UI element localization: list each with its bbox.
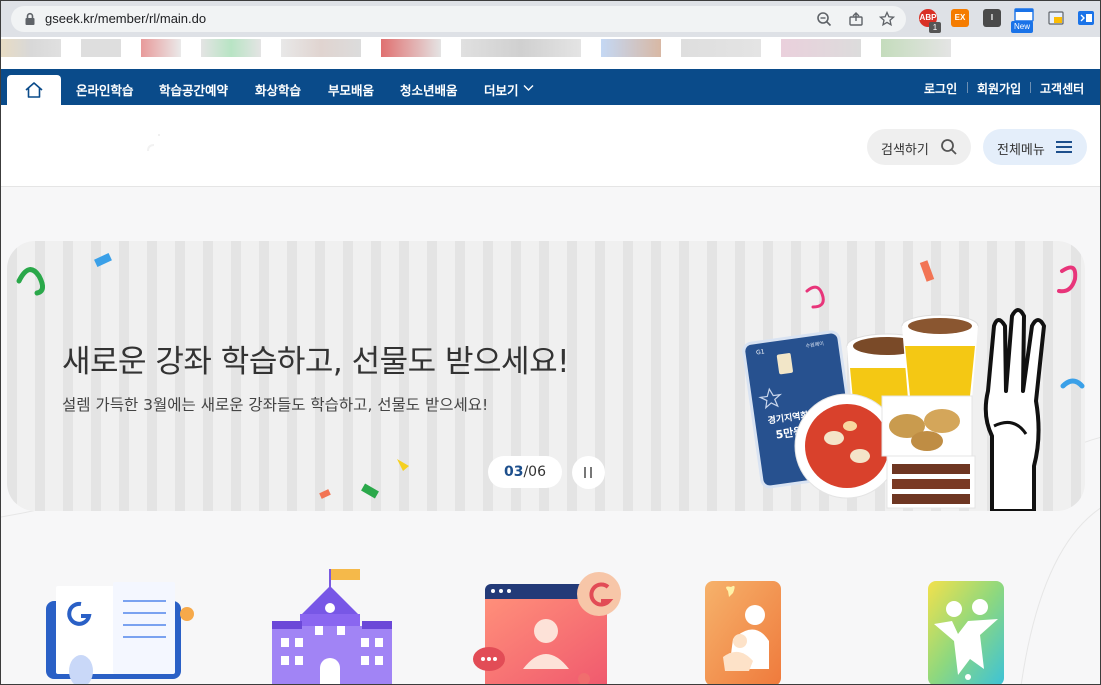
bookmark-item[interactable]	[781, 39, 861, 57]
nav-item-parent[interactable]: 부모배움	[328, 80, 374, 99]
browser-toolbar: gseek.kr/member/rl/main.do ABP 1 EX I Ne…	[1, 1, 1100, 37]
screenshot-extension-icon[interactable]	[1047, 9, 1065, 27]
hamburger-icon	[1056, 141, 1072, 153]
search-icon	[941, 139, 957, 155]
gift-illustration: G1 수원페이 경기지역화폐 5만원권	[742, 308, 1046, 511]
hero-banner[interactable]: 새로운 강좌 학습하고, 선물도 받으세요! 설렘 가득한 3월에는 새로운 강…	[7, 241, 1085, 511]
card-logo: G1	[756, 348, 766, 356]
extension-badge: 1	[929, 22, 941, 33]
nav-item-more[interactable]: 더보기	[484, 80, 519, 99]
pause-icon	[584, 467, 586, 478]
slide-current: 03	[503, 464, 524, 480]
window-extension-icon[interactable]	[1014, 8, 1034, 22]
new-badge: New	[1011, 21, 1034, 33]
bookmark-star-icon[interactable]	[879, 11, 895, 27]
parent-service-icon[interactable]	[703, 579, 783, 685]
home-tab[interactable]	[7, 75, 61, 105]
login-link[interactable]: 로그인	[924, 80, 957, 97]
nav-item-space-reservation[interactable]: 학습공간예약	[159, 80, 228, 99]
bookmark-item[interactable]	[141, 39, 181, 57]
search-button-label: 검색하기	[881, 143, 929, 158]
bookmark-item[interactable]	[461, 39, 581, 57]
bookmark-item[interactable]	[381, 39, 441, 57]
nav-item-youth[interactable]: 청소년배움	[400, 80, 458, 99]
school-service-icon[interactable]	[267, 566, 397, 685]
hero-title: 새로운 강좌 학습하고, 선물도 받으세요!	[62, 344, 570, 380]
search-button[interactable]: 검색하기	[867, 129, 971, 165]
full-menu-button[interactable]: 전체메뉴	[983, 129, 1087, 165]
nav-divider	[967, 82, 968, 93]
site-header: 검색하기 전체메뉴	[1, 105, 1100, 187]
youth-service-icon[interactable]	[924, 579, 1008, 685]
bookmark-item[interactable]	[281, 39, 361, 57]
book-service-icon[interactable]	[41, 576, 201, 685]
bookmark-item[interactable]	[601, 39, 661, 57]
full-menu-label: 전체메뉴	[997, 143, 1045, 158]
pause-icon	[590, 467, 592, 478]
site-logo[interactable]	[144, 133, 164, 159]
site-nav-bar: 온라인학습 학습공간예약 화상학습 부모배움 청소년배움 더보기 로그인 회원가…	[1, 69, 1100, 105]
browser-window: gseek.kr/member/rl/main.do ABP 1 EX I Ne…	[0, 0, 1101, 685]
bookmark-item[interactable]	[1, 39, 61, 57]
slide-pause-button[interactable]	[572, 456, 605, 489]
bookmark-item[interactable]	[681, 39, 761, 57]
bookmarks-bar	[1, 37, 1100, 69]
slide-total: /06	[523, 464, 546, 480]
nav-item-online[interactable]: 온라인학습	[76, 80, 134, 99]
customer-center-link[interactable]: 고객센터	[1040, 80, 1084, 97]
bookmark-item[interactable]	[881, 39, 951, 57]
home-icon	[25, 82, 43, 98]
zoom-icon[interactable]	[816, 11, 832, 27]
nav-item-video-learning[interactable]: 화상학습	[255, 80, 301, 99]
url-text: gseek.kr/member/rl/main.do	[45, 11, 207, 26]
nav-divider	[1030, 82, 1031, 93]
address-bar[interactable]: gseek.kr/member/rl/main.do	[11, 6, 906, 32]
ex-extension-icon[interactable]: EX	[951, 9, 969, 27]
video-learning-service-icon[interactable]	[471, 569, 631, 685]
hero-subtitle: 설렘 가득한 3월에는 새로운 강좌들도 학습하고, 선물도 받으세요!	[62, 396, 489, 414]
lock-icon	[25, 12, 35, 25]
chevron-down-icon[interactable]	[523, 84, 534, 92]
share-icon[interactable]	[848, 11, 864, 27]
signup-link[interactable]: 회원가입	[977, 80, 1021, 97]
slide-counter: 03/06	[488, 456, 562, 488]
i-extension-icon[interactable]: I	[983, 9, 1001, 27]
bookmark-item[interactable]	[81, 39, 121, 57]
translate-extension-icon[interactable]	[1077, 10, 1095, 26]
bookmark-item[interactable]	[201, 39, 261, 57]
